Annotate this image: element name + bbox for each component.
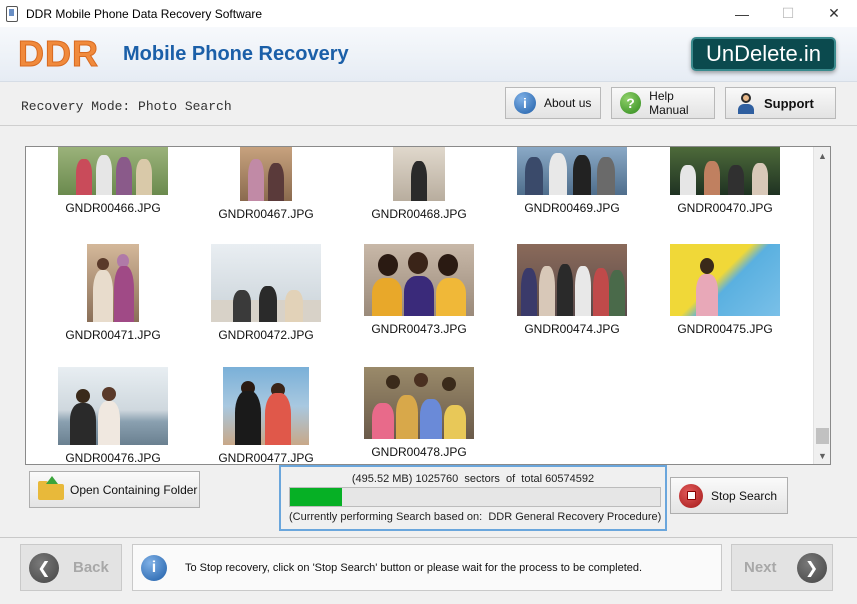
mode-toolbar: Recovery Mode: Photo Search i About us ?… — [0, 82, 857, 126]
stop-search-label: Stop Search — [711, 488, 778, 503]
close-button[interactable]: ✕ — [811, 0, 857, 27]
file-name: GNDR00467.JPG — [218, 207, 314, 221]
ddr-logo: DDR — [18, 33, 99, 75]
file-name: GNDR00470.JPG — [677, 201, 773, 215]
file-name: GNDR00473.JPG — [371, 322, 467, 336]
question-icon: ? — [620, 92, 642, 114]
file-name: GNDR00477.JPG — [218, 451, 314, 465]
next-label: Next — [744, 559, 777, 576]
photo-thumbnail — [240, 147, 292, 201]
photo-thumbnail — [517, 147, 627, 195]
back-button[interactable]: ❮ Back — [20, 544, 122, 591]
thumbnail-item[interactable]: GNDR00475.JPG — [655, 244, 795, 336]
next-arrow-icon: ❯ — [796, 552, 827, 583]
of-total-word: of total — [506, 473, 543, 485]
title-bar: DDR Mobile Phone Data Recovery Software … — [0, 0, 857, 27]
procedure-status: (Currently performing Search based on: D… — [289, 511, 662, 523]
stop-search-button[interactable]: Stop Search — [670, 477, 788, 514]
undelete-badge[interactable]: UnDelete.in — [691, 37, 836, 71]
sectors-word: sectors — [464, 473, 500, 485]
minimize-button[interactable]: — — [719, 0, 765, 27]
sectors-done: 1025760 — [415, 473, 459, 485]
file-name: GNDR00474.JPG — [524, 322, 620, 336]
about-us-button[interactable]: i About us — [505, 87, 601, 119]
file-name: GNDR00468.JPG — [371, 207, 467, 221]
photo-thumbnail — [393, 147, 445, 201]
photo-thumbnail — [364, 244, 474, 316]
file-name: GNDR00475.JPG — [677, 322, 773, 336]
scroll-up-arrow-icon[interactable]: ▲ — [814, 147, 830, 164]
help-manual-button[interactable]: ? Help Manual — [611, 87, 715, 119]
footer-info-bar: i To Stop recovery, click on 'Stop Searc… — [132, 544, 722, 591]
photo-thumbnail — [670, 244, 780, 316]
thumbnail-item[interactable]: GNDR00473.JPG — [349, 244, 489, 336]
photo-thumbnail — [211, 244, 321, 322]
info-icon: i — [141, 554, 167, 581]
maximize-button[interactable]: ☐ — [765, 0, 811, 27]
back-label: Back — [73, 559, 109, 576]
progress-bar — [289, 487, 661, 507]
thumbnail-item[interactable]: GNDR00471.JPG — [43, 244, 183, 342]
sector-progress-text: (495.52 MB) 1025760 sectors of total 605… — [281, 473, 665, 485]
divider — [0, 537, 857, 538]
product-name: Mobile Phone Recovery — [123, 43, 349, 65]
gallery-scrollbar[interactable]: ▲ ▼ — [813, 147, 830, 464]
thumbnail-item[interactable]: GNDR00476.JPG — [43, 367, 183, 465]
stop-icon — [679, 483, 703, 508]
photo-thumbnail — [58, 367, 168, 445]
photo-gallery[interactable]: GNDR00466.JPG GNDR00467.JPG GNDR00468.JP… — [25, 146, 831, 465]
file-name: GNDR00476.JPG — [65, 451, 161, 465]
photo-thumbnail — [223, 367, 309, 445]
app-icon — [6, 5, 18, 22]
file-name: GNDR00471.JPG — [65, 328, 161, 342]
folder-icon — [38, 475, 64, 500]
help-manual-label: Help Manual — [649, 89, 689, 117]
scrollbar-thumb[interactable] — [816, 428, 829, 444]
file-name: GNDR00469.JPG — [524, 201, 620, 215]
thumbnail-item[interactable]: GNDR00469.JPG — [502, 147, 642, 215]
support-label: Support — [764, 95, 814, 111]
thumbnail-item[interactable]: GNDR00478.JPG — [349, 367, 489, 459]
footer-info-text: To Stop recovery, click on 'Stop Search'… — [185, 561, 643, 574]
search-progress-panel: (495.52 MB) 1025760 sectors of total 605… — [279, 465, 667, 531]
support-button[interactable]: Support — [725, 87, 836, 119]
thumbnail-item[interactable]: GNDR00470.JPG — [655, 147, 795, 215]
photo-thumbnail — [87, 244, 139, 322]
recovery-mode-label: Recovery Mode: Photo Search — [21, 99, 232, 114]
back-arrow-icon: ❮ — [29, 552, 59, 583]
thumbnail-item[interactable]: GNDR00472.JPG — [196, 244, 336, 342]
file-name: GNDR00478.JPG — [371, 445, 467, 459]
file-name: GNDR00472.JPG — [218, 328, 314, 342]
next-button[interactable]: Next ❯ — [731, 544, 833, 591]
thumbnail-item[interactable]: GNDR00466.JPG — [43, 147, 183, 215]
thumbnail-item[interactable]: GNDR00477.JPG — [196, 367, 336, 465]
scroll-down-arrow-icon[interactable]: ▼ — [814, 447, 830, 464]
thumbnail-item[interactable]: GNDR00468.JPG — [349, 147, 489, 221]
photo-thumbnail — [58, 147, 168, 195]
thumbnail-item[interactable]: GNDR00474.JPG — [502, 244, 642, 336]
open-containing-folder-button[interactable]: Open Containing Folder — [29, 471, 200, 508]
file-name: GNDR00466.JPG — [65, 201, 161, 215]
window-title: DDR Mobile Phone Data Recovery Software — [26, 6, 263, 21]
info-icon: i — [514, 92, 536, 114]
photo-thumbnail — [364, 367, 474, 439]
thumbnail-item[interactable]: GNDR00467.JPG — [196, 147, 336, 221]
window-controls: — ☐ ✕ — [719, 0, 857, 27]
support-person-icon — [736, 92, 756, 114]
open-folder-label: Open Containing Folder — [70, 482, 198, 497]
photo-thumbnail — [670, 147, 780, 195]
photo-thumbnail — [517, 244, 627, 316]
header-banner: DDR Mobile Phone Recovery UnDelete.in — [0, 27, 857, 82]
total-sectors: 60574592 — [545, 473, 595, 485]
scanned-size: (495.52 MB) — [351, 473, 413, 485]
about-us-label: About us — [544, 96, 592, 110]
progress-bar-fill — [290, 488, 342, 506]
